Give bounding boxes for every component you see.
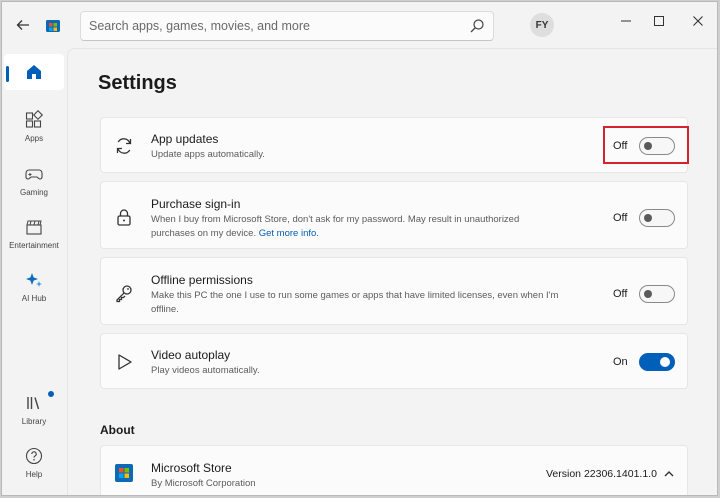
setting-title: Offline permissions xyxy=(151,273,253,287)
sidebar-item-label: Gaming xyxy=(19,188,48,197)
clapperboard-icon xyxy=(26,220,42,235)
sidebar: Apps Gaming Entertainment AI Hub Library… xyxy=(2,48,66,495)
user-avatar[interactable]: FY xyxy=(530,13,554,37)
setting-title: App updates xyxy=(151,132,219,146)
play-icon xyxy=(118,354,132,370)
sidebar-item-ai-hub[interactable]: AI Hub xyxy=(4,270,64,318)
search-input[interactable] xyxy=(89,12,459,40)
settings-page: Settings App updates Update apps automat… xyxy=(67,48,717,495)
setting-title: Purchase sign-in xyxy=(151,197,241,211)
arrow-left-icon xyxy=(16,20,29,30)
video-autoplay-toggle[interactable] xyxy=(639,353,675,371)
about-app-name: Microsoft Store xyxy=(151,461,232,475)
help-icon xyxy=(25,447,43,465)
setting-purchase-sign-in: Purchase sign-in When I buy from Microso… xyxy=(100,181,688,249)
toggle-knob xyxy=(660,357,670,367)
setting-description: When I buy from Microsoft Store, don't a… xyxy=(151,213,561,241)
sidebar-item-label: Entertainment xyxy=(9,241,59,250)
title-bar: FY xyxy=(2,2,717,48)
sidebar-item-label: Apps xyxy=(24,134,44,143)
offline-permissions-toggle[interactable] xyxy=(639,285,675,303)
minimize-button[interactable] xyxy=(612,10,640,32)
lock-icon xyxy=(117,209,131,226)
get-more-info-link[interactable]: Get more info. xyxy=(259,228,319,239)
sidebar-item-gaming[interactable]: Gaming xyxy=(4,164,64,212)
setting-description: Make this PC the one I use to run some g… xyxy=(151,290,559,315)
maximize-button[interactable] xyxy=(645,10,673,32)
search-icon[interactable] xyxy=(469,18,485,34)
sidebar-item-help[interactable]: Help xyxy=(4,446,64,494)
sidebar-item-home[interactable] xyxy=(4,54,64,90)
purchase-sign-in-toggle[interactable] xyxy=(639,209,675,227)
about-publisher: By Microsoft Corporation xyxy=(151,478,256,489)
setting-description: Play videos automatically. xyxy=(151,365,260,376)
setting-offline-permissions: Offline permissions Make this PC the one… xyxy=(100,257,688,325)
store-logo-icon xyxy=(46,20,60,32)
chevron-up-icon[interactable] xyxy=(662,467,676,481)
highlight-box xyxy=(603,126,689,164)
about-microsoft-store[interactable]: Microsoft Store By Microsoft Corporation… xyxy=(100,445,688,495)
sidebar-item-label: Library xyxy=(21,417,47,426)
sidebar-item-library[interactable]: Library xyxy=(4,393,64,441)
search-box[interactable] xyxy=(80,11,494,41)
about-section-title: About xyxy=(100,423,135,437)
home-icon xyxy=(27,65,41,79)
library-badge xyxy=(48,391,54,397)
sparkle-icon xyxy=(26,273,42,287)
apps-icon xyxy=(25,110,44,128)
library-icon xyxy=(27,397,40,410)
toggle-state-label: Off xyxy=(613,212,628,224)
key-icon xyxy=(116,285,132,303)
about-version: Version 22306.1401.1.0 xyxy=(546,468,657,480)
minimize-icon xyxy=(621,20,631,22)
page-title: Settings xyxy=(98,72,177,94)
active-indicator xyxy=(6,66,9,82)
store-window: FY Apps Gaming Entertainment AI Hub xyxy=(1,1,718,496)
sidebar-item-apps[interactable]: Apps xyxy=(4,110,64,158)
refresh-icon xyxy=(116,138,132,154)
sidebar-item-entertainment[interactable]: Entertainment xyxy=(4,217,64,265)
back-button[interactable] xyxy=(12,14,34,36)
setting-description: Update apps automatically. xyxy=(151,149,265,160)
sidebar-item-label: Help xyxy=(25,470,43,479)
toggle-knob xyxy=(644,290,652,298)
close-icon xyxy=(693,16,703,26)
close-button[interactable] xyxy=(684,10,712,32)
setting-app-updates: App updates Update apps automatically. O… xyxy=(100,117,689,173)
store-app-icon xyxy=(115,464,133,482)
toggle-knob xyxy=(644,214,652,222)
toggle-state-label: On xyxy=(613,356,628,368)
gamepad-icon xyxy=(25,169,43,180)
sidebar-item-label: AI Hub xyxy=(21,294,47,303)
toggle-state-label: Off xyxy=(613,288,628,300)
maximize-icon xyxy=(654,16,664,26)
description-text: When I buy from Microsoft Store, don't a… xyxy=(151,214,520,239)
setting-video-autoplay: Video autoplay Play videos automatically… xyxy=(100,333,688,389)
setting-title: Video autoplay xyxy=(151,348,231,362)
